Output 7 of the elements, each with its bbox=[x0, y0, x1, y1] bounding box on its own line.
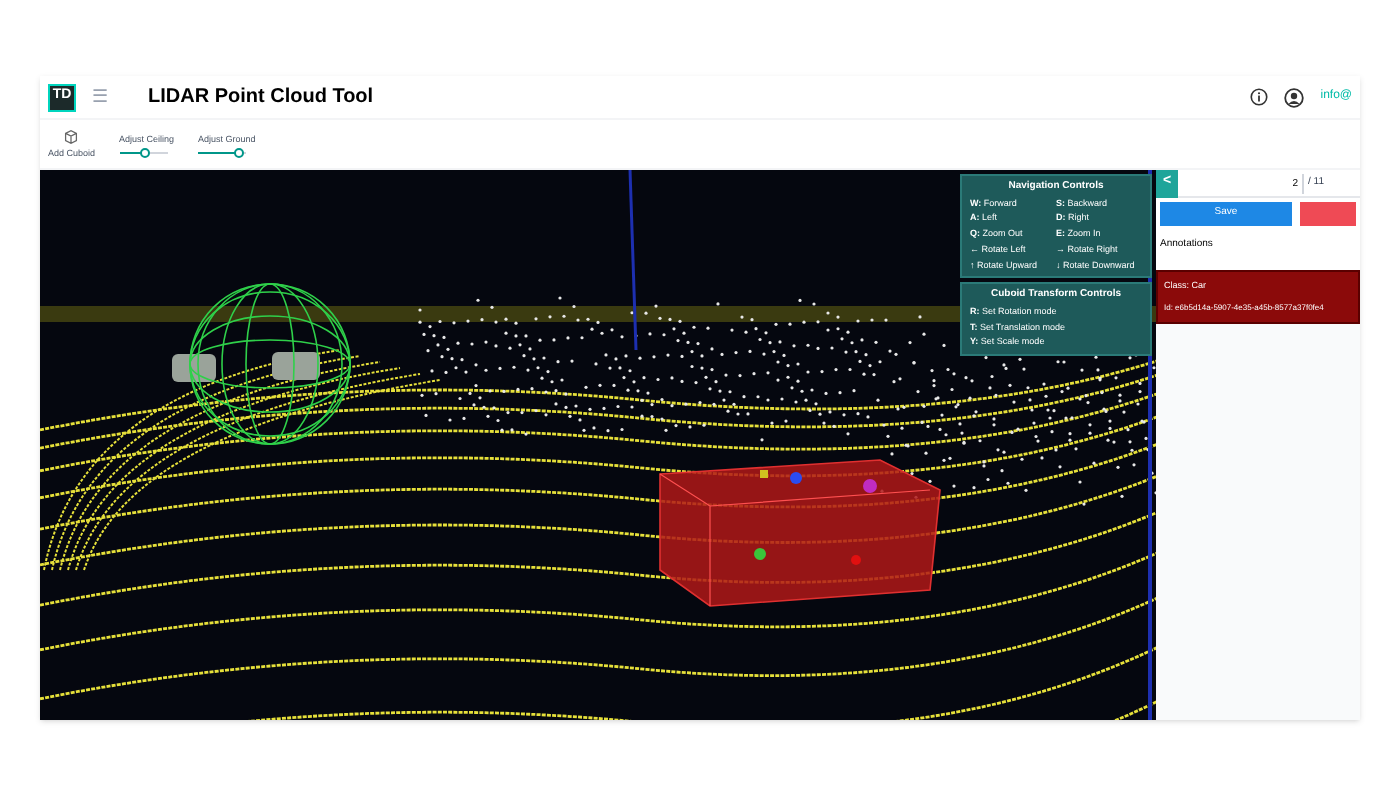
menu-icon[interactable]: ☰ bbox=[92, 83, 108, 111]
info-icon[interactable] bbox=[1250, 88, 1269, 106]
slider-thumb[interactable] bbox=[233, 148, 244, 159]
user-icon[interactable] bbox=[1284, 87, 1305, 107]
app-title: LIDAR Point Cloud Tool bbox=[148, 84, 374, 112]
slider-thumb[interactable] bbox=[140, 148, 151, 159]
cube-icon bbox=[62, 128, 81, 147]
